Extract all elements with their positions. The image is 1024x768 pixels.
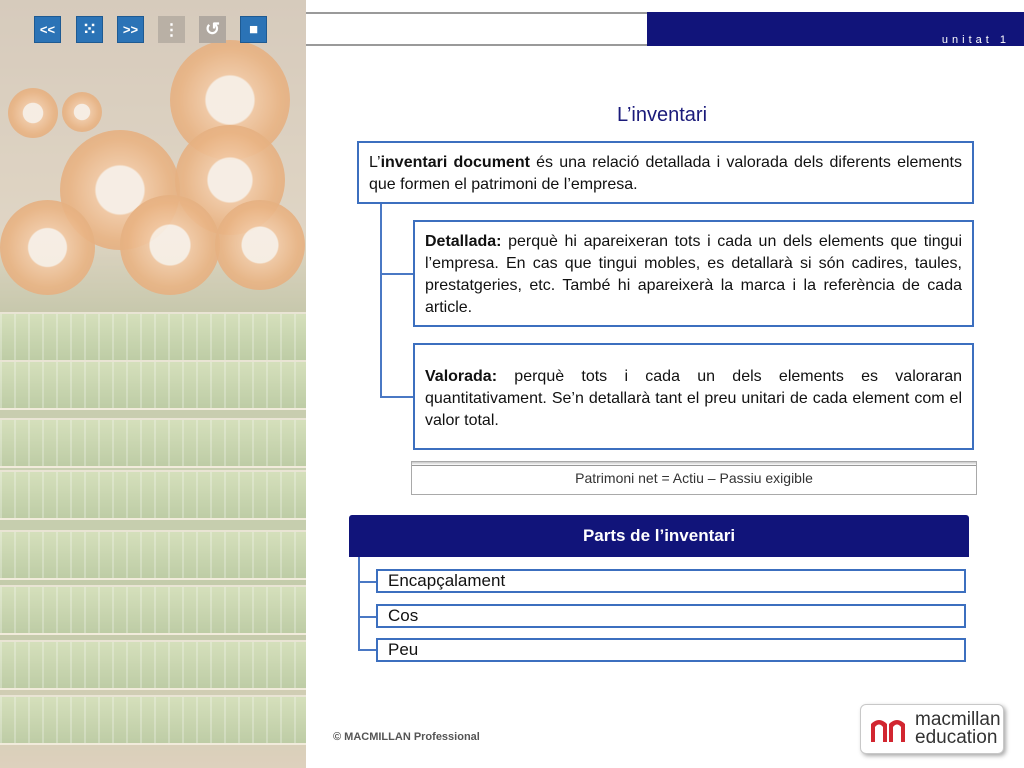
definition-term: inventari document (380, 154, 530, 171)
detallada-text: perquè hi apareixeran tots i cada un del… (425, 233, 962, 316)
valorada-box: Valorada: perquè tots i cada un dels ele… (413, 343, 974, 450)
top-bar-line (306, 12, 648, 46)
top-bar-banner: unitat 1 (647, 12, 1024, 46)
tree-connector (380, 204, 382, 397)
macmillan-logo-icon (869, 714, 909, 744)
parts-connector (358, 616, 376, 618)
parts-connector (358, 649, 376, 651)
macmillan-logo: macmillan education (860, 704, 1004, 754)
next-button[interactable]: >> (117, 16, 144, 43)
parts-connector (358, 581, 376, 583)
tree-connector (380, 396, 414, 398)
menu-dice-icon[interactable]: ⁙ (76, 16, 103, 43)
copyright-text: © MACMILLAN Professional (333, 731, 480, 743)
definition-prefix: L’ (369, 154, 381, 171)
parts-connector (358, 557, 360, 650)
unit-label: unitat 1 (941, 34, 1010, 46)
part-item-encapcalament: Encapçalament (376, 569, 966, 593)
tree-connector (380, 273, 414, 275)
valorada-term: Valorada: (425, 368, 498, 385)
part-item-cos: Cos (376, 604, 966, 628)
previous-button[interactable]: << (34, 16, 61, 43)
formula-text: Patrimoni net = Actiu – Passiu exigible (575, 470, 813, 486)
stop-button[interactable]: ■ (240, 16, 267, 43)
undo-icon[interactable]: ↺ (199, 16, 226, 43)
page-title: L’inventari (616, 104, 708, 126)
parts-header: Parts de l’inventari (349, 515, 969, 557)
detallada-term: Detallada: (425, 233, 502, 250)
part-item-peu: Peu (376, 638, 966, 662)
index-icon[interactable]: ⋮ (158, 16, 185, 43)
definition-box: L’inventari document és una relació deta… (357, 141, 974, 204)
formula-box: Patrimoni net = Actiu – Passiu exigible (411, 461, 977, 495)
background-photo (0, 0, 306, 768)
valorada-text: perquè tots i cada un dels elements es v… (425, 368, 962, 429)
logo-line-2: education (915, 727, 998, 748)
detallada-box: Detallada: perquè hi apareixeran tots i … (413, 220, 974, 327)
